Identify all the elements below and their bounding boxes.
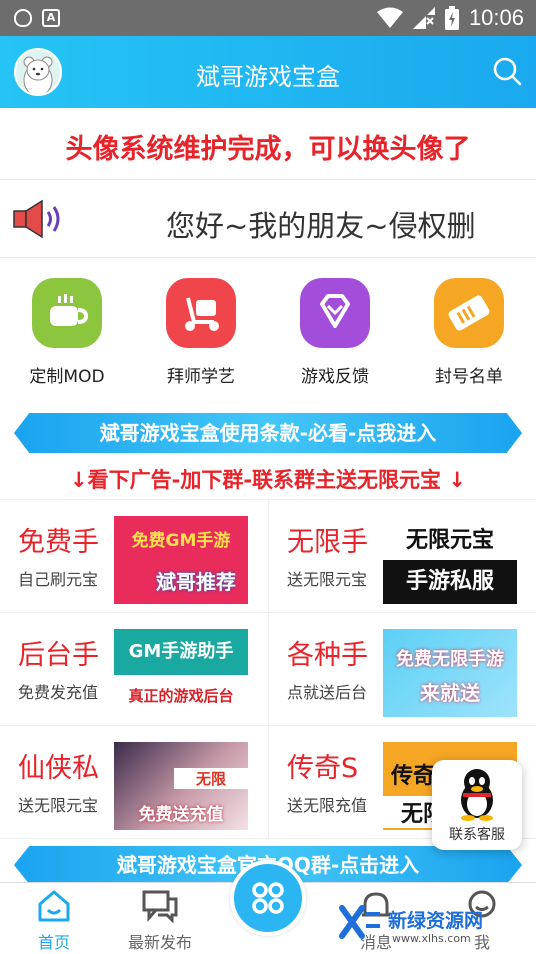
game-title: 传奇S bbox=[287, 753, 359, 784]
game-title: 各种手 bbox=[287, 640, 368, 671]
publish-button[interactable] bbox=[230, 860, 306, 936]
nav-home[interactable]: 首页 bbox=[4, 889, 104, 953]
quick-action-label: 拜师学艺 bbox=[167, 367, 235, 387]
game-subtitle: 送无限元宝 bbox=[287, 570, 368, 589]
game-thumbnail: GM手游助手 真正的游戏后台 bbox=[114, 629, 248, 717]
nav-label: 首页 bbox=[37, 933, 70, 952]
quick-action-game-feedback[interactable]: 游戏反馈 bbox=[280, 270, 390, 387]
thumbnail-text: 无限元宝 bbox=[405, 528, 494, 553]
quick-action-label: 封号名单 bbox=[435, 367, 503, 387]
thumbnail-text: 免费无限手游 bbox=[396, 649, 504, 670]
speaker-icon bbox=[13, 199, 60, 239]
game-thumbnail: 免费无限手游 来就送 bbox=[383, 629, 517, 717]
game-card[interactable]: 各种手 点就送后台 免费无限手游 来就送 bbox=[268, 613, 536, 726]
watermark-brand: 新绿资源网 bbox=[388, 910, 484, 932]
qq-penguin-icon bbox=[461, 769, 493, 821]
terms-banner[interactable]: 斌哥游戏宝盒使用条款-必看-点我进入 bbox=[14, 413, 522, 453]
watermark: 新绿资源网 www.xlhs.com bbox=[336, 900, 532, 954]
thumbnail-text: 来就送 bbox=[420, 681, 480, 705]
app-bar: 斌哥游戏宝盒 bbox=[0, 36, 536, 108]
customer-service-button[interactable]: 联系客服 bbox=[432, 760, 522, 850]
battery-icon bbox=[444, 6, 459, 30]
quick-action-ban-list[interactable]: 封号名单 bbox=[414, 270, 524, 387]
coffee-cup-icon bbox=[32, 278, 102, 348]
game-thumbnail: 免费GM手游 斌哥推荐 bbox=[114, 516, 248, 604]
thumbnail-text: 手游私服 bbox=[383, 560, 517, 604]
scooter-icon bbox=[166, 278, 236, 348]
quick-action-custom-mod[interactable]: 定制MOD bbox=[12, 270, 122, 387]
game-thumbnail: 无限元宝 手游私服 bbox=[383, 516, 517, 604]
quick-action-label: 游戏反馈 bbox=[301, 367, 369, 387]
thumbnail-text: 真正的游戏后台 bbox=[128, 687, 234, 705]
game-card[interactable]: 后台手 免费发充值 GM手游助手 真正的游戏后台 bbox=[0, 613, 268, 726]
game-card[interactable]: 无限手 送无限元宝 无限元宝 手游私服 bbox=[268, 500, 536, 613]
diamond-icon bbox=[300, 278, 370, 348]
quick-actions: 定制MOD 拜师学艺 游戏反馈 封号名单 bbox=[0, 270, 536, 390]
home-icon bbox=[38, 890, 70, 922]
thumbnail-text: GM手游助手 bbox=[114, 629, 248, 675]
grid-apps-icon bbox=[252, 882, 284, 914]
no-signal-icon bbox=[412, 7, 435, 29]
status-bar: A 10:06 bbox=[0, 0, 536, 36]
game-card[interactable]: 免费手 自己刷元宝 免费GM手游 斌哥推荐 bbox=[0, 500, 268, 613]
thumbnail-text: 免费送充值 bbox=[138, 805, 224, 825]
search-icon[interactable] bbox=[492, 56, 522, 86]
game-subtitle: 送无限元宝 bbox=[18, 796, 99, 815]
ticket-icon bbox=[434, 278, 504, 348]
game-subtitle: 自己刷元宝 bbox=[18, 570, 99, 589]
notice-banner: 头像系统维护完成，可以换头像了 bbox=[0, 108, 536, 180]
nav-latest[interactable]: 最新发布 bbox=[110, 889, 210, 953]
ad-notice: ↓看下广告-加下群-联系群主送无限元宝 ↓ bbox=[0, 460, 536, 500]
font-a-icon: A bbox=[42, 9, 60, 27]
announcement-marquee[interactable]: 您好~我的朋友~侵权删 bbox=[0, 181, 536, 258]
quick-action-apprentice[interactable]: 拜师学艺 bbox=[146, 270, 256, 387]
thumbnail-text: 无限 bbox=[174, 768, 248, 789]
game-subtitle: 免费发充值 bbox=[18, 683, 99, 702]
watermark-url: www.xlhs.com bbox=[392, 932, 471, 945]
game-title: 后台手 bbox=[18, 640, 99, 671]
wifi-icon bbox=[376, 7, 403, 28]
marquee-text: 您好~我的朋友~侵权删 bbox=[166, 209, 476, 243]
chat-bubbles-icon bbox=[142, 890, 178, 924]
game-title: 仙侠私 bbox=[18, 753, 99, 784]
thumbnail-text: 传奇 bbox=[391, 764, 436, 789]
quick-action-label: 定制MOD bbox=[29, 367, 105, 387]
customer-service-label: 联系客服 bbox=[449, 827, 505, 843]
nav-label: 最新发布 bbox=[127, 933, 192, 952]
game-subtitle: 点就送后台 bbox=[287, 683, 368, 702]
clock: 10:06 bbox=[468, 5, 524, 30]
notice-text: 头像系统维护完成，可以换头像了 bbox=[65, 134, 471, 165]
page-title: 斌哥游戏宝盒 bbox=[196, 63, 340, 91]
game-title: 无限手 bbox=[287, 527, 368, 558]
game-thumbnail: 无限 免费送充值 bbox=[114, 742, 248, 830]
thumbnail-text: 斌哥推荐 bbox=[156, 570, 236, 594]
game-card[interactable]: 仙侠私 送无限元宝 无限 免费送充值 bbox=[0, 726, 268, 839]
thumbnail-text: 免费GM手游 bbox=[131, 531, 231, 551]
game-subtitle: 送无限充值 bbox=[287, 796, 368, 815]
shield-icon bbox=[14, 9, 32, 27]
game-title: 免费手 bbox=[18, 527, 99, 558]
